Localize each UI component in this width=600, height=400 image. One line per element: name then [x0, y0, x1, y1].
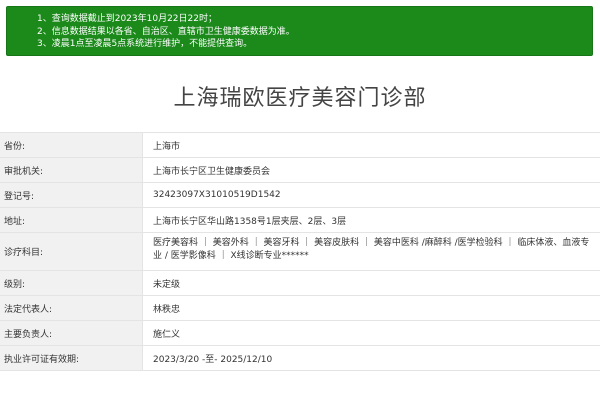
row-legal-representative: 法定代表人: 林秩忠 — [0, 295, 600, 320]
notice-banner: 1、查询数据截止到2023年10月22日22时； 2、信息数据结果以各省、自治区… — [6, 6, 593, 56]
row-value: 施仁义 — [153, 329, 181, 340]
row-label: 诊疗科目: — [0, 233, 143, 270]
row-departments: 诊疗科目: 医疗美容科 ｜ 美容外科 ｜ 美容牙科 ｜ 美容皮肤科 ｜ 美容中医… — [0, 232, 600, 270]
row-registration-number: 登记号: 32423097X31010519D1542 — [0, 182, 600, 207]
notice-line: 3、凌晨1点至凌晨5点系统进行维护，不能提供查询。 — [37, 39, 253, 49]
row-address: 地址: 上海市长宁区华山路1358号1层夹层、2层、3层 — [0, 207, 600, 232]
row-label: 审批机关: — [0, 158, 143, 182]
notice-line: 2、信息数据结果以各省、自治区、直辖市卫生健康委数据为准。 — [37, 26, 295, 37]
row-label: 登记号: — [0, 183, 143, 207]
row-value: 未定级 — [153, 279, 181, 290]
info-table: 省份: 上海市 审批机关: 上海市长宁区卫生健康委员会 登记号: 3242309… — [0, 132, 600, 371]
row-license-validity: 执业许可证有效期: 2023/3/20 -至- 2025/12/10 — [0, 345, 600, 371]
notice-line: 1、查询数据截止到2023年10月22日22时； — [37, 14, 217, 24]
row-label: 执业许可证有效期: — [0, 346, 143, 370]
row-value: 2023/3/20 -至- 2025/12/10 — [153, 354, 273, 365]
page-title: 上海瑞欧医疗美容门诊部 — [173, 86, 427, 111]
row-label: 地址: — [0, 208, 143, 232]
row-value: 林秩忠 — [153, 304, 181, 315]
row-approval-authority: 审批机关: 上海市长宁区卫生健康委员会 — [0, 157, 600, 182]
row-label: 级别: — [0, 271, 143, 295]
row-label: 主要负责人: — [0, 321, 143, 345]
row-label: 法定代表人: — [0, 296, 143, 320]
row-value: 上海市长宁区卫生健康委员会 — [153, 166, 271, 177]
row-value: 32423097X31010519D1542 — [153, 190, 281, 200]
row-level: 级别: 未定级 — [0, 270, 600, 295]
row-principal: 主要负责人: 施仁义 — [0, 320, 600, 345]
row-label: 省份: — [0, 133, 143, 157]
row-value: 医疗美容科 ｜ 美容外科 ｜ 美容牙科 ｜ 美容皮肤科 ｜ 美容中医科 /麻醉科… — [153, 238, 590, 261]
row-value: 上海市 — [153, 141, 181, 152]
row-province: 省份: 上海市 — [0, 132, 600, 157]
row-value: 上海市长宁区华山路1358号1层夹层、2层、3层 — [153, 216, 347, 227]
